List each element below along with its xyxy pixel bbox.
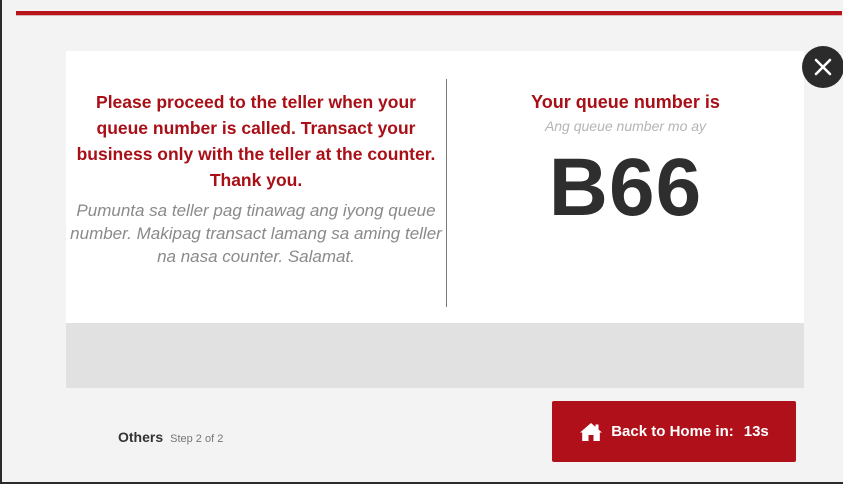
queue-label-tagalog: Ang queue number mo ay: [544, 118, 707, 134]
back-to-home-button[interactable]: Back to Home in: 13s: [552, 401, 796, 462]
queue-ticket-card: Please proceed to the teller when your q…: [66, 51, 804, 323]
kiosk-screen: Please proceed to the teller when your q…: [0, 0, 843, 484]
step-title: Others: [118, 429, 164, 445]
gray-band: [66, 323, 804, 388]
close-button[interactable]: [802, 46, 843, 88]
step-progress: Step 2 of 2: [170, 433, 224, 445]
queue-number: B66: [548, 142, 703, 233]
queue-number-panel: Your queue number is Ang queue number mo…: [447, 89, 804, 231]
step-indicator: Others Step 2 of 2: [118, 429, 223, 445]
instructions-panel: Please proceed to the teller when your q…: [66, 89, 446, 268]
close-icon: [813, 57, 833, 77]
instruction-tagalog: Pumunta sa teller pag tinawag ang iyong …: [70, 201, 442, 266]
instruction-english: Please proceed to the teller when your q…: [76, 92, 436, 190]
queue-label-english: Your queue number is: [531, 92, 720, 112]
home-button-label: Back to Home in:: [611, 423, 734, 440]
home-icon: [579, 422, 603, 442]
top-accent-rule-shadow: [16, 15, 842, 16]
countdown-timer: 13s: [743, 423, 769, 440]
